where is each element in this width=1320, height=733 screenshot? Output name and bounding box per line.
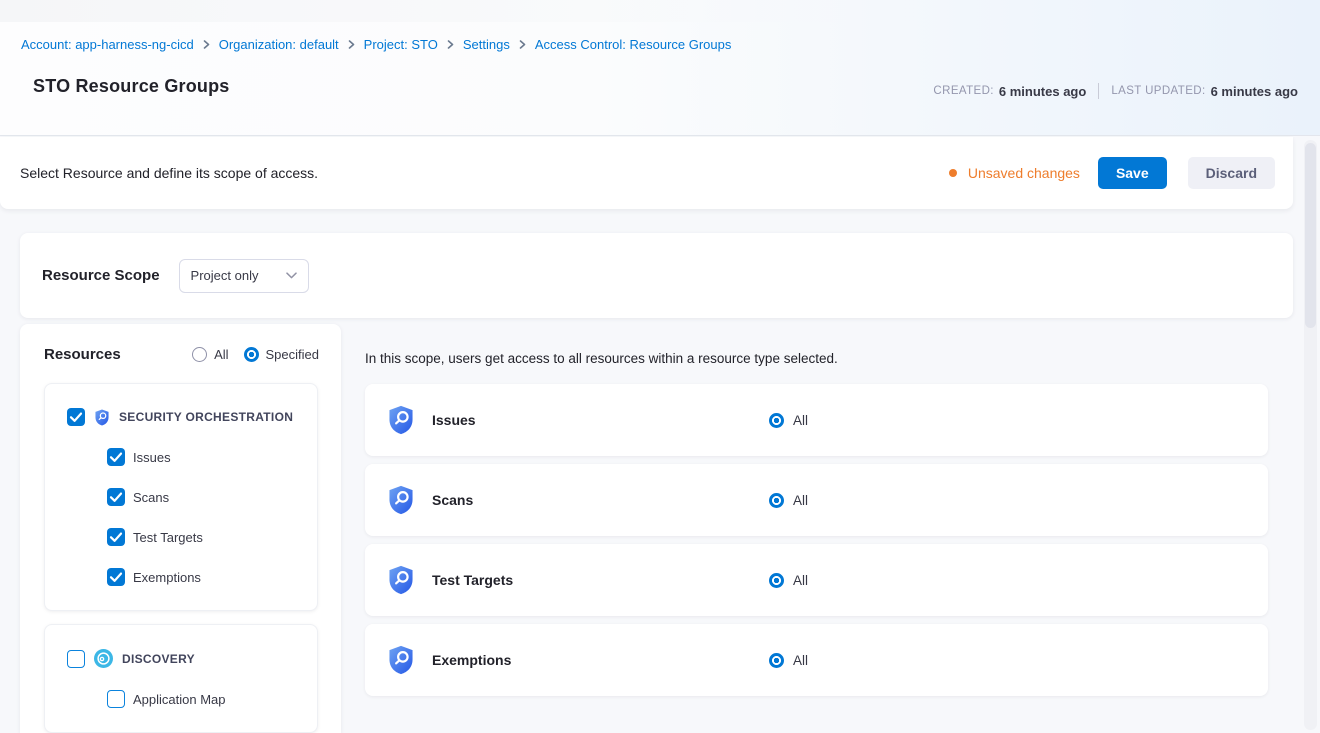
radio-all-label[interactable]: All [214, 347, 228, 362]
radio-specified[interactable]: Specified [244, 347, 319, 362]
tree-child-row: Application Map [107, 690, 307, 708]
resources-mode-radios: All Specified [192, 347, 319, 362]
sto-shield-icon [387, 485, 415, 515]
access-radio-group: All [769, 544, 808, 616]
resource-row-test-targets: Test Targets All [365, 544, 1268, 616]
breadcrumb-item-settings[interactable]: Settings [463, 37, 510, 52]
resource-row-scans: Scans All [365, 464, 1268, 536]
chevron-right-icon [447, 40, 454, 49]
chevron-right-icon [348, 40, 355, 49]
resource-row-exemptions: Exemptions All [365, 624, 1268, 696]
unsaved-changes-text: Unsaved changes [968, 165, 1080, 181]
radio-all-access[interactable] [769, 653, 784, 668]
radio-all-control[interactable] [192, 347, 207, 362]
vertical-scrollbar-track[interactable] [1304, 140, 1317, 730]
save-button[interactable]: Save [1098, 157, 1167, 189]
header-meta: CREATED: 6 minutes ago LAST UPDATED: 6 m… [933, 83, 1298, 99]
resources-title: Resources [44, 346, 121, 363]
discard-button[interactable]: Discard [1188, 157, 1275, 189]
radio-all-access[interactable] [769, 573, 784, 588]
breadcrumb-item-project[interactable]: Project: STO [364, 37, 438, 52]
resource-scope-selected-value: Project only [191, 268, 259, 283]
created-label: CREATED: [933, 85, 994, 97]
chevron-right-icon [519, 40, 526, 49]
sto-shield-icon [387, 565, 415, 595]
child-label[interactable]: Test Targets [133, 530, 203, 545]
access-label[interactable]: All [793, 653, 808, 668]
sto-shield-icon [387, 405, 415, 435]
breadcrumb-item-organization[interactable]: Organization: default [219, 37, 339, 52]
checkbox-exemptions[interactable] [107, 568, 125, 586]
breadcrumb-item-resource-groups[interactable]: Access Control: Resource Groups [535, 37, 732, 52]
header-top-strip [0, 0, 1320, 22]
tree-parent-row: DISCOVERY [67, 649, 307, 668]
meta-divider [1098, 83, 1099, 99]
resource-group-discovery: DISCOVERY Application Map [44, 624, 318, 733]
unsaved-changes-badge: Unsaved changes [949, 165, 1080, 181]
radio-all[interactable]: All [192, 347, 228, 362]
last-updated-value: 6 minutes ago [1211, 84, 1298, 99]
child-label[interactable]: Application Map [133, 692, 226, 707]
tree-child-row: Issues [107, 448, 307, 466]
radio-all-access[interactable] [769, 493, 784, 508]
resource-scope-label: Resource Scope [42, 267, 160, 284]
tree-child-row: Scans [107, 488, 307, 506]
last-updated-label: LAST UPDATED: [1111, 85, 1205, 97]
toolbar-description: Select Resource and define its scope of … [20, 165, 318, 181]
child-label[interactable]: Scans [133, 490, 169, 505]
access-label[interactable]: All [793, 493, 808, 508]
child-label[interactable]: Exemptions [133, 570, 201, 585]
resource-row-issues: Issues All [365, 384, 1268, 456]
radio-specified-label[interactable]: Specified [266, 347, 319, 362]
tree-child-row: Exemptions [107, 568, 307, 586]
resource-group-security-orchestration: SECURITY ORCHESTRATION Issues Scans Test… [44, 383, 318, 611]
chevron-right-icon [203, 40, 210, 49]
access-radio-group: All [769, 624, 808, 696]
group-label[interactable]: SECURITY ORCHESTRATION [119, 410, 293, 424]
tree-child-row: Test Targets [107, 528, 307, 546]
checkbox-security-orchestration[interactable] [67, 408, 85, 426]
unsaved-indicator-dot [949, 169, 957, 177]
resource-row-label: Test Targets [432, 572, 513, 588]
vertical-scrollbar-thumb[interactable] [1305, 143, 1316, 328]
page-title: STO Resource Groups [33, 76, 230, 97]
resources-panel-header: Resources All Specified [20, 324, 341, 363]
resource-scope-dropdown[interactable]: Project only [179, 259, 309, 293]
resource-row-label: Scans [432, 492, 473, 508]
page-header: Account: app-harness-ng-cicd Organizatio… [0, 0, 1320, 136]
resources-panel: Resources All Specified SECURITY ORCHEST… [20, 324, 341, 733]
chevron-down-icon [286, 272, 297, 279]
checkbox-discovery[interactable] [67, 650, 85, 668]
scope-description: In this scope, users get access to all r… [365, 351, 838, 366]
resource-rows: Issues All Scans All Test Targets All Ex… [365, 384, 1268, 704]
sto-shield-icon [94, 409, 110, 426]
child-label[interactable]: Issues [133, 450, 171, 465]
checkbox-test-targets[interactable] [107, 528, 125, 546]
resource-row-label: Exemptions [432, 652, 511, 668]
radio-specified-control[interactable] [244, 347, 259, 362]
discovery-icon [94, 649, 113, 668]
checkbox-application-map[interactable] [107, 690, 125, 708]
toolbar-actions: Unsaved changes Save Discard [949, 157, 1275, 189]
access-radio-group: All [769, 384, 808, 456]
access-radio-group: All [769, 464, 808, 536]
access-label[interactable]: All [793, 573, 808, 588]
checkbox-scans[interactable] [107, 488, 125, 506]
checkbox-issues[interactable] [107, 448, 125, 466]
resource-row-label: Issues [432, 412, 476, 428]
action-toolbar: Select Resource and define its scope of … [0, 137, 1293, 209]
sto-shield-icon [387, 645, 415, 675]
radio-all-access[interactable] [769, 413, 784, 428]
breadcrumb-item-account[interactable]: Account: app-harness-ng-cicd [21, 37, 194, 52]
access-label[interactable]: All [793, 413, 808, 428]
resource-scope-card: Resource Scope Project only [20, 233, 1293, 318]
group-label[interactable]: DISCOVERY [122, 652, 195, 666]
breadcrumb: Account: app-harness-ng-cicd Organizatio… [21, 37, 731, 52]
tree-parent-row: SECURITY ORCHESTRATION [67, 408, 307, 426]
created-value: 6 minutes ago [999, 84, 1086, 99]
